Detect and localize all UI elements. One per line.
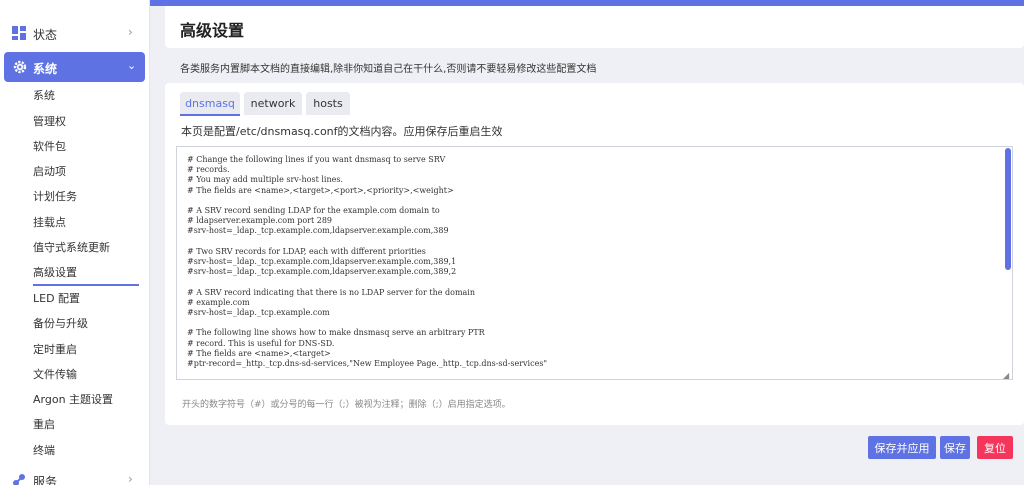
editor-content[interactable]: # Change the following lines if you want… <box>187 155 547 369</box>
tab-network[interactable]: network <box>244 92 302 115</box>
comment-hint: 开头的数字符号（#）或分号的每一行（;）被视为注释；删除（;）启用指定选项。 <box>182 400 511 410</box>
sidebar-item-reboot[interactable]: 重启 <box>33 415 143 435</box>
active-item-underline <box>33 284 139 286</box>
editor-scrollbar[interactable] <box>1005 148 1011 270</box>
save-button[interactable]: 保存 <box>940 436 970 459</box>
sidebar-item-admin[interactable]: 管理权 <box>33 112 143 132</box>
config-editor-textarea[interactable]: # Change the following lines if you want… <box>176 146 1013 380</box>
sidebar-group-system[interactable]: 系统 ⌄ <box>4 52 145 82</box>
reset-button[interactable]: 复位 <box>977 436 1013 459</box>
sidebar-item-terminal[interactable]: 终端 <box>33 441 143 461</box>
page-description: 各类服务内置脚本文档的直接编辑,除非你知道自己在干什么,否则请不要轻易修改这些配… <box>180 64 597 75</box>
sidebar-group-services[interactable]: 服务 › <box>0 470 149 485</box>
save-apply-button[interactable]: 保存并应用 <box>868 436 936 459</box>
sidebar-item-scheduled-reboot[interactable]: 定时重启 <box>33 340 143 360</box>
sidebar-item-system[interactable]: 系统 <box>33 86 143 106</box>
file-info: 本页是配置/etc/dnsmasq.conf的文档内容。应用保存后重启生效 <box>181 125 503 138</box>
tab-hosts[interactable]: hosts <box>306 92 350 115</box>
chevron-right-icon: › <box>128 472 133 485</box>
sidebar-item-file-transfer[interactable]: 文件传输 <box>33 365 143 385</box>
services-icon <box>13 474 25 485</box>
active-tab-underline <box>180 114 240 116</box>
tab-dnsmasq[interactable]: dnsmasq <box>180 92 240 115</box>
sidebar-item-crontab[interactable]: 计划任务 <box>33 187 143 207</box>
sidebar-item-argon-config[interactable]: Argon 主题设置 <box>33 390 143 410</box>
sidebar-item-led[interactable]: LED 配置 <box>33 289 143 309</box>
gear-icon <box>13 60 27 74</box>
sidebar: 状态 › 系统 ⌄ 系统 管理权 软件包 启动项 计划任务 挂载点 值守式系统更… <box>0 0 150 485</box>
resize-handle-icon[interactable]: ◢ <box>1003 371 1009 380</box>
sidebar-group-status[interactable]: 状态 › <box>0 20 149 48</box>
sidebar-group-system-label: 系统 <box>33 62 58 76</box>
sidebar-item-mounts[interactable]: 挂载点 <box>33 213 143 233</box>
sidebar-item-attended-sysupgrade[interactable]: 值守式系统更新 <box>33 238 143 258</box>
page-title: 高级设置 <box>180 21 245 40</box>
sidebar-item-packages[interactable]: 软件包 <box>33 137 143 157</box>
sidebar-item-backup-upgrade[interactable]: 备份与升级 <box>33 314 143 334</box>
sidebar-group-status-label: 状态 <box>33 28 58 42</box>
title-card <box>165 6 1024 48</box>
sidebar-item-startup[interactable]: 启动项 <box>33 162 143 182</box>
sidebar-item-advanced-settings[interactable]: 高级设置 <box>33 263 143 283</box>
chevron-down-icon: ⌄ <box>127 59 137 72</box>
sidebar-group-services-label: 服务 <box>33 475 58 485</box>
dashboard-icon <box>12 26 26 40</box>
chevron-right-icon: › <box>128 25 133 39</box>
